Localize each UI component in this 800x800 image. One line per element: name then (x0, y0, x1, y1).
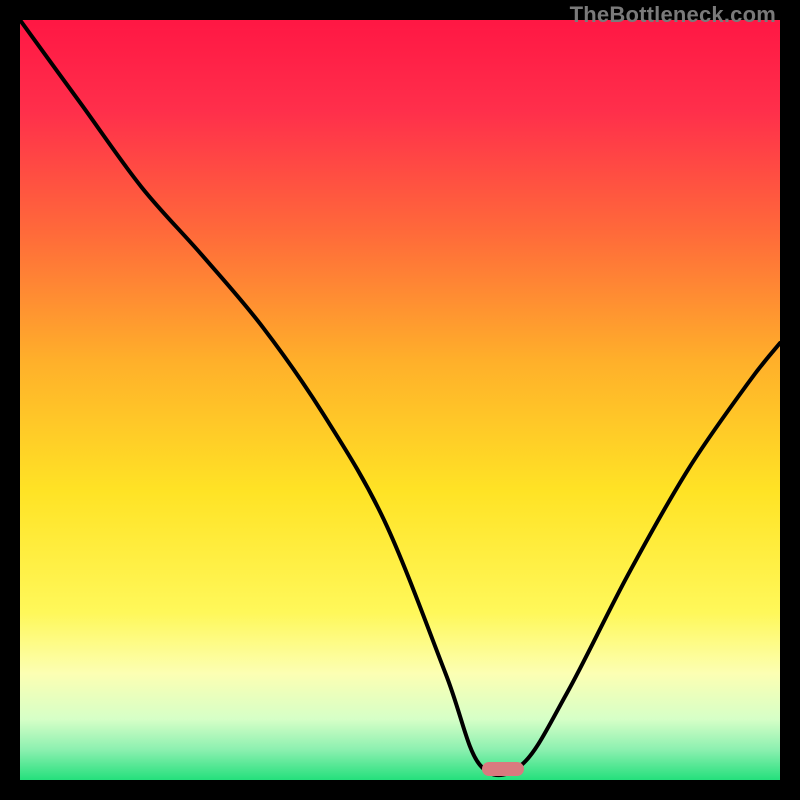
watermark-text: TheBottleneck.com (570, 2, 776, 28)
optimal-point-marker (482, 762, 524, 776)
gradient-background (20, 20, 780, 780)
bottleneck-chart (20, 20, 780, 780)
chart-frame (20, 20, 780, 780)
